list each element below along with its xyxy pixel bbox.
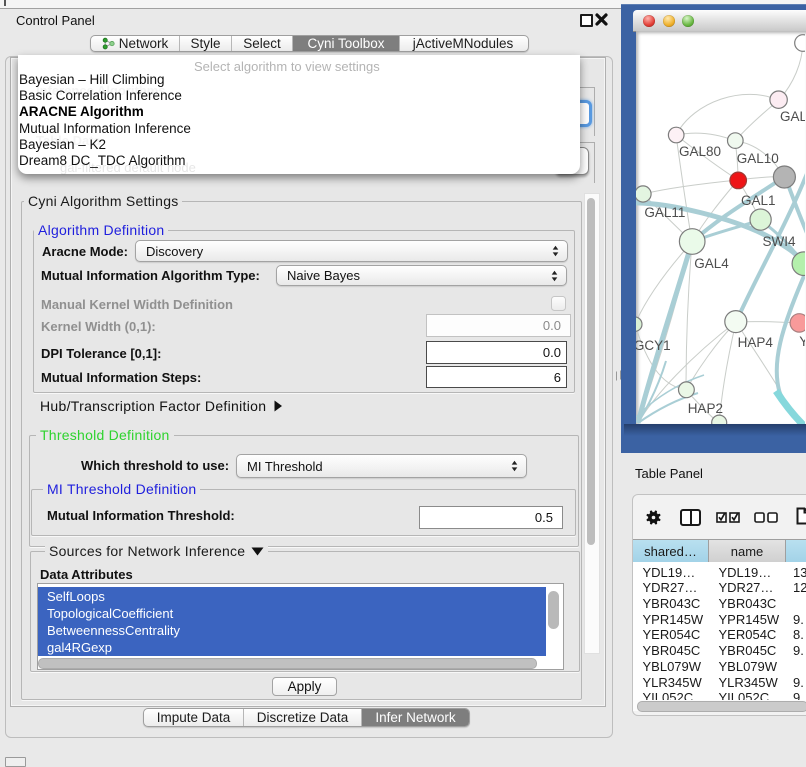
svg-text:GAL10: GAL10 (737, 151, 779, 166)
svg-text:GAL1: GAL1 (741, 193, 776, 208)
svg-text:GCY1: GCY1 (636, 338, 671, 353)
svg-text:HAP4: HAP4 (738, 335, 774, 350)
svg-text:SWI4: SWI4 (763, 234, 796, 249)
svg-text:Y: Y (799, 334, 805, 349)
svg-text:GAL4: GAL4 (694, 256, 729, 271)
svg-text:HAP2: HAP2 (688, 401, 723, 416)
svg-text:GAL7: GAL7 (780, 109, 805, 124)
svg-text:GAL11: GAL11 (644, 205, 685, 220)
svg-text:GAL80: GAL80 (679, 144, 721, 159)
